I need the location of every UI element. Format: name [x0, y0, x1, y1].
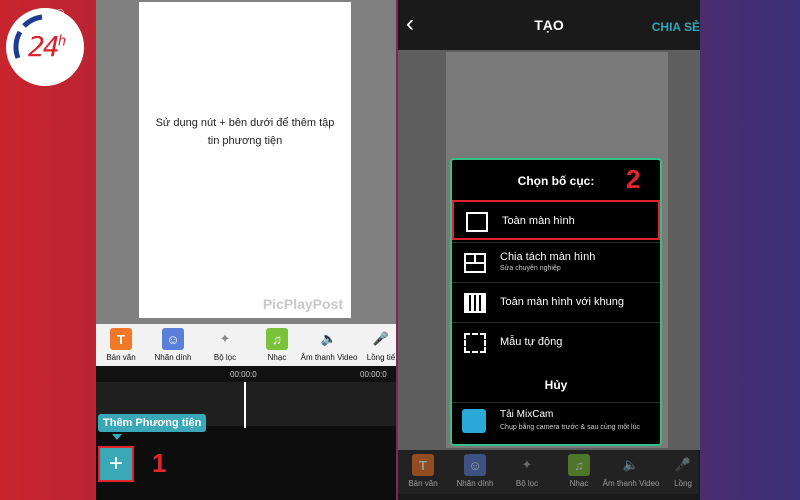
tool-label: Bộ lọc: [515, 479, 539, 488]
mixcam-app-icon: [462, 409, 486, 433]
tool-label: Âm thanh Video: [602, 479, 660, 488]
magic-wand-icon: ✦: [219, 331, 231, 346]
tool-filter: ✦ Bộ lọc: [502, 450, 552, 494]
option-fullscreen-frame[interactable]: Toàn màn hình với khung: [452, 282, 660, 322]
fullscreen-icon: [466, 212, 488, 232]
tool-filter[interactable]: ✦ Bộ lọc: [200, 324, 250, 368]
promo-subtitle: Chụp bằng camera trước & sau cùng một lú…: [500, 424, 641, 431]
option-label: Chia tách màn hình: [500, 251, 596, 263]
add-media-tooltip: Thêm Phương tiện: [98, 414, 207, 432]
option-split-screen[interactable]: Chia tách màn hình Sửa chuyên nghiệp: [452, 242, 660, 282]
tool-text[interactable]: T Bản văn: [96, 324, 146, 368]
option-label: Toàn màn hình: [502, 215, 575, 227]
tool-sticker: ☺ Nhãn dính: [450, 450, 500, 494]
tool-voiceover: 🎤 Lồng: [658, 450, 700, 494]
playhead[interactable]: [244, 382, 246, 428]
tool-text: T Bản văn: [398, 450, 448, 494]
microphone-icon: 🎤: [372, 331, 390, 346]
left-phone-screen: Sử dụng nút + bên dưới để thêm tập tin p…: [96, 0, 396, 500]
tool-label: Bản văn: [408, 479, 438, 488]
share-button[interactable]: CHIA SẺ: [652, 20, 700, 34]
tool-label: Bản văn: [106, 353, 136, 362]
tool-label: Âm thanh Video: [300, 353, 358, 362]
watermark: PicPlayPost: [262, 296, 343, 312]
brand-logo: 24h: [6, 8, 84, 86]
magic-wand-icon: ✦: [521, 457, 533, 472]
microphone-icon: 🎤: [674, 457, 692, 472]
add-media-button[interactable]: +: [98, 446, 134, 482]
tool-video-sound[interactable]: 🔈 Âm thanh Video: [301, 324, 358, 368]
cancel-button[interactable]: Hủy: [452, 378, 660, 392]
option-sublabel: Sửa chuyên nghiệp: [500, 265, 561, 272]
speaker-icon: 🔈: [622, 457, 640, 472]
tool-label: Nhạc: [569, 479, 589, 488]
top-bar: ‹ TẠO CHIA SẺ: [398, 0, 700, 50]
logo-text: 24h: [28, 30, 66, 63]
mixcam-promo[interactable]: Tải MixCam Chụp bằng camera trước & sau …: [452, 402, 660, 446]
step-marker-1: 1: [152, 448, 167, 478]
fullscreen-frame-icon: [464, 293, 486, 313]
auto-template-icon: [464, 333, 486, 353]
speaker-icon: 🔈: [320, 331, 338, 346]
option-label: Mẫu tự động: [500, 336, 563, 348]
sticker-icon: ☺: [464, 454, 486, 476]
tool-label: Lồng: [674, 479, 692, 488]
text-icon: T: [110, 328, 132, 350]
canvas-hint-text: Sử dụng nút + bên dưới để thêm tập tin p…: [155, 117, 335, 147]
tool-music[interactable]: ♫ Nhạc: [252, 324, 302, 368]
edit-toolbar: T Bản văn ☺ Nhãn dính ✦ Bộ lọc ♫ Nhạc 🔈 …: [96, 324, 396, 368]
split-screen-icon: [464, 253, 486, 273]
tooltip-arrow: [112, 434, 122, 440]
media-canvas[interactable]: Sử dụng nút + bên dưới để thêm tập tin p…: [139, 2, 351, 318]
tool-label: Lồng tiế: [366, 353, 396, 362]
tool-video-sound: 🔈 Âm thanh Video: [603, 450, 660, 494]
promo-title: Tải MixCam: [500, 409, 554, 420]
tool-label: Nhãn dính: [456, 479, 494, 488]
timecode-right: 00:00:0: [360, 370, 387, 379]
timecode-center: 00:00:0: [230, 370, 257, 379]
right-phone-screen: ‹ TẠO CHIA SẺ Chọn bố cục: Toàn màn hình…: [398, 0, 700, 500]
layout-picker-sheet: Chọn bố cục: Toàn màn hình Chia tách màn…: [450, 158, 662, 446]
registered-mark: ®: [56, 8, 65, 20]
option-fullscreen[interactable]: Toàn màn hình: [452, 200, 660, 240]
bottom-bar: [96, 428, 396, 500]
tool-label: Nhãn dính: [154, 353, 192, 362]
option-auto-template[interactable]: Mẫu tự động: [452, 322, 660, 362]
edit-toolbar-dimmed: T Bản văn ☺ Nhãn dính ✦ Bộ lọc ♫ Nhạc 🔈 …: [398, 450, 698, 494]
sticker-icon: ☺: [162, 328, 184, 350]
music-note-icon: ♫: [266, 328, 288, 350]
tool-label: Bộ lọc: [213, 353, 237, 362]
text-icon: T: [412, 454, 434, 476]
tool-voiceover[interactable]: 🎤 Lồng tiế: [356, 324, 396, 368]
music-note-icon: ♫: [568, 454, 590, 476]
tool-music: ♫ Nhạc: [554, 450, 604, 494]
tool-sticker[interactable]: ☺ Nhãn dính: [148, 324, 198, 368]
tool-label: Nhạc: [267, 353, 287, 362]
option-label: Toàn màn hình với khung: [500, 296, 625, 308]
step-marker-2: 2: [626, 164, 641, 194]
